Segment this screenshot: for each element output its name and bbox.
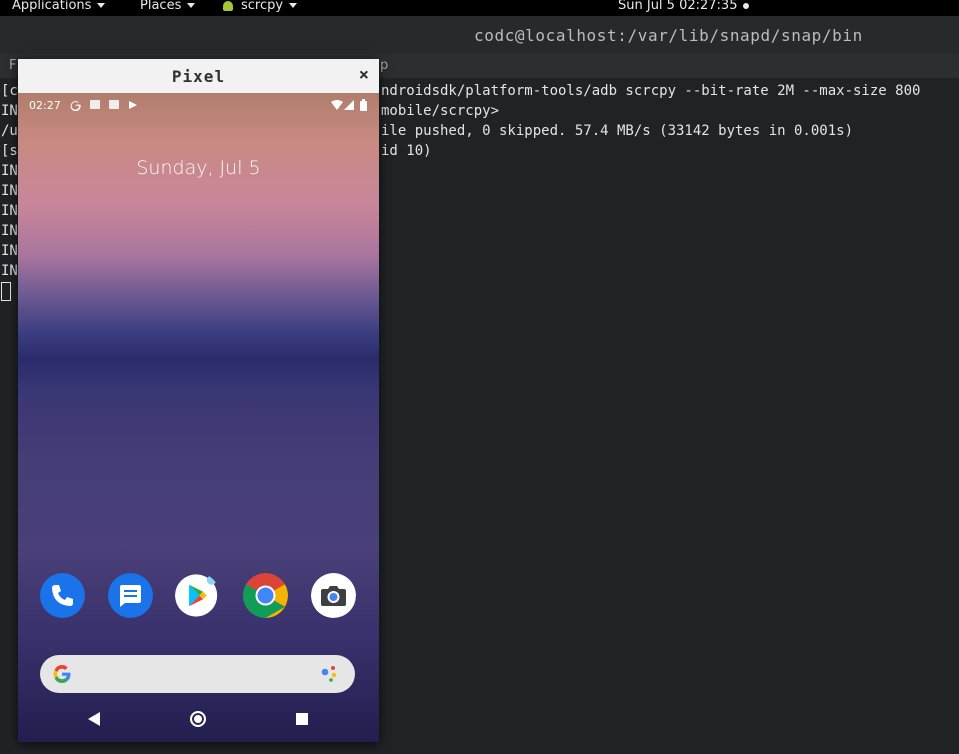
- applications-menu[interactable]: Applications: [12, 0, 106, 13]
- messages-app-icon[interactable]: [108, 573, 153, 618]
- chevron-down-icon: [97, 3, 106, 8]
- top-bar: Applications Places scrcpy Sun Jul 5 02:…: [0, 0, 959, 16]
- signal-icon: [344, 100, 354, 110]
- pixel-window[interactable]: Pixel × 02:27 Sunday, Jul 5: [18, 59, 379, 742]
- applications-label: Applications: [12, 0, 92, 13]
- battery-icon: [360, 99, 367, 111]
- terminal-line: IN: [1, 163, 18, 179]
- back-button[interactable]: [88, 712, 100, 726]
- terminal-line: id 10): [381, 143, 432, 159]
- chevron-down-icon: [187, 3, 196, 8]
- play-store-app-icon[interactable]: [175, 573, 220, 618]
- google-icon: [70, 101, 81, 111]
- terminal-titlebar[interactable]: codc@localhost:/var/lib/snapd/snap/bin: [0, 16, 959, 54]
- app-name: scrcpy: [241, 0, 284, 13]
- app-menu[interactable]: scrcpy: [223, 0, 298, 13]
- android-screen[interactable]: 02:27 Sunday, Jul 5: [18, 93, 379, 742]
- home-button[interactable]: [190, 711, 206, 727]
- google-search-bar[interactable]: [40, 655, 355, 693]
- places-label: Places: [140, 0, 182, 13]
- pixel-title: Pixel: [171, 67, 226, 86]
- terminal-title: codc@localhost:/var/lib/snapd/snap/bin: [474, 26, 863, 45]
- camera-app-icon[interactable]: [311, 573, 356, 618]
- chevron-down-icon: [289, 3, 298, 8]
- terminal-line: IN: [1, 243, 18, 259]
- play-icon: [129, 101, 137, 109]
- phone-app-icon[interactable]: [40, 573, 85, 618]
- terminal-line: /u: [1, 123, 18, 139]
- status-dot-icon: [743, 2, 750, 9]
- terminal-line: mobile/scrcpy>: [381, 103, 500, 119]
- calendar-icon: [90, 100, 100, 109]
- places-menu[interactable]: Places: [140, 0, 196, 13]
- android-icon: [223, 0, 233, 11]
- close-button[interactable]: ×: [359, 65, 369, 85]
- clock-text: Sun Jul 5 02:27:35: [618, 0, 738, 13]
- terminal-line: [s: [1, 143, 18, 159]
- terminal-line: IN: [1, 223, 18, 239]
- terminal-line: [c: [1, 83, 18, 99]
- terminal-line: IN: [1, 103, 18, 119]
- home-date[interactable]: Sunday, Jul 5: [18, 157, 379, 179]
- assistant-icon[interactable]: [320, 664, 342, 684]
- google-g-icon: [53, 665, 71, 683]
- terminal-line: ile pushed, 0 skipped. 57.4 MB/s (33142 …: [381, 123, 854, 139]
- pixel-titlebar[interactable]: Pixel ×: [18, 59, 379, 93]
- status-time: 02:27: [29, 99, 61, 112]
- terminal-cursor: [1, 282, 11, 301]
- menu-file[interactable]: F: [9, 58, 16, 73]
- wifi-icon: [331, 100, 343, 110]
- terminal-line: IN: [1, 203, 18, 219]
- terminal-line: IN: [1, 183, 18, 199]
- terminal-line: IN: [1, 263, 18, 279]
- chrome-app-icon[interactable]: [243, 573, 288, 618]
- recents-button[interactable]: [296, 713, 308, 725]
- terminal-line: ndroidsdk/platform-tools/adb scrcpy --bi…: [381, 83, 921, 99]
- clock[interactable]: Sun Jul 5 02:27:35: [618, 0, 750, 13]
- gmail-icon: [109, 100, 119, 109]
- menu-help[interactable]: p: [380, 58, 388, 73]
